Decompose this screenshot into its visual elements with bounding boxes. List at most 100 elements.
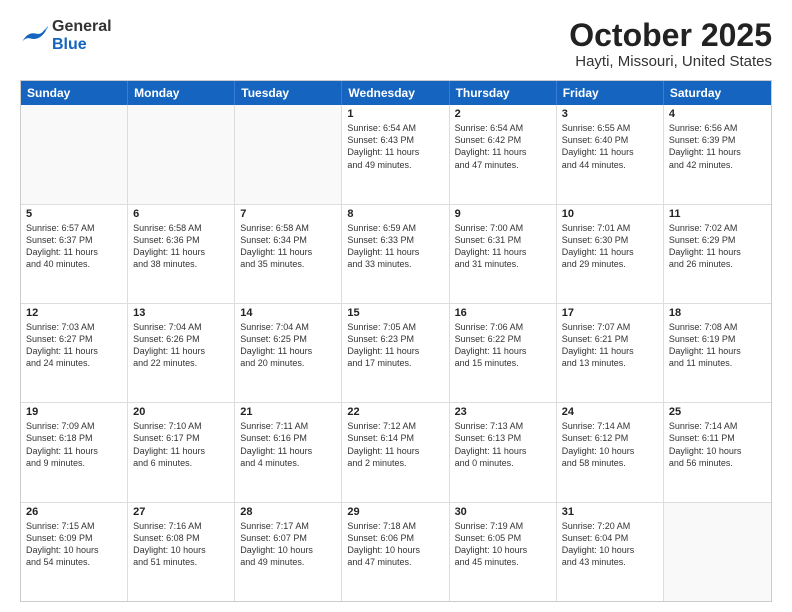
calendar-day-22: 22 Sunrise: 7:12 AM Sunset: 6:14 PM Dayli… xyxy=(342,403,449,501)
day-info: Sunrise: 7:04 AM Sunset: 6:25 PM Dayligh… xyxy=(240,321,336,370)
day-info: Sunrise: 6:54 AM Sunset: 6:43 PM Dayligh… xyxy=(347,122,443,171)
day-number: 25 xyxy=(669,406,766,418)
calendar-day-20: 20 Sunrise: 7:10 AM Sunset: 6:17 PM Dayli… xyxy=(128,403,235,501)
calendar-week-4: 26 Sunrise: 7:15 AM Sunset: 6:09 PM Dayli… xyxy=(21,502,771,601)
day-info: Sunrise: 7:03 AM Sunset: 6:27 PM Dayligh… xyxy=(26,321,122,370)
calendar-day-7: 7 Sunrise: 6:58 AM Sunset: 6:34 PM Daylig… xyxy=(235,205,342,303)
day-info: Sunrise: 7:02 AM Sunset: 6:29 PM Dayligh… xyxy=(669,222,766,271)
day-info: Sunrise: 7:09 AM Sunset: 6:18 PM Dayligh… xyxy=(26,420,122,469)
day-info: Sunrise: 6:56 AM Sunset: 6:39 PM Dayligh… xyxy=(669,122,766,171)
day-number: 31 xyxy=(562,506,658,518)
day-info: Sunrise: 7:05 AM Sunset: 6:23 PM Dayligh… xyxy=(347,321,443,370)
day-number: 30 xyxy=(455,506,551,518)
calendar-day-18: 18Sunrise: 7:08 AM Sunset: 6:19 PM Dayli… xyxy=(664,304,771,402)
day-info: Sunrise: 6:54 AM Sunset: 6:42 PM Dayligh… xyxy=(455,122,551,171)
day-info: Sunrise: 6:58 AM Sunset: 6:34 PM Dayligh… xyxy=(240,222,336,271)
day-header-thursday: Thursday xyxy=(450,81,557,105)
day-number: 11 xyxy=(669,208,766,220)
calendar-day-empty xyxy=(664,503,771,601)
calendar-day-15: 15Sunrise: 7:05 AM Sunset: 6:23 PM Dayli… xyxy=(342,304,449,402)
day-info: Sunrise: 7:01 AM Sunset: 6:30 PM Dayligh… xyxy=(562,222,658,271)
day-number: 13 xyxy=(133,307,229,319)
calendar-week-1: 5 Sunrise: 6:57 AM Sunset: 6:37 PM Daylig… xyxy=(21,204,771,303)
day-number: 16 xyxy=(455,307,551,319)
day-info: Sunrise: 7:19 AM Sunset: 6:05 PM Dayligh… xyxy=(455,520,551,569)
calendar-header: SundayMondayTuesdayWednesdayThursdayFrid… xyxy=(21,81,771,105)
calendar-day-2: 2 Sunrise: 6:54 AM Sunset: 6:42 PM Daylig… xyxy=(450,105,557,203)
calendar-day-29: 29 Sunrise: 7:18 AM Sunset: 6:06 PM Dayli… xyxy=(342,503,449,601)
calendar-week-0: 1 Sunrise: 6:54 AM Sunset: 6:43 PM Daylig… xyxy=(21,105,771,203)
calendar-subtitle: Hayti, Missouri, United States xyxy=(569,53,772,70)
day-number: 26 xyxy=(26,506,122,518)
day-number: 23 xyxy=(455,406,551,418)
calendar-day-13: 13 Sunrise: 7:04 AM Sunset: 6:26 PM Dayli… xyxy=(128,304,235,402)
day-number: 5 xyxy=(26,208,122,220)
day-number: 10 xyxy=(562,208,658,220)
day-info: Sunrise: 7:10 AM Sunset: 6:17 PM Dayligh… xyxy=(133,420,229,469)
day-number: 6 xyxy=(133,208,229,220)
logo-blue-text: Blue xyxy=(52,36,87,53)
calendar-day-12: 12 Sunrise: 7:03 AM Sunset: 6:27 PM Dayli… xyxy=(21,304,128,402)
logo-general-text: General xyxy=(52,18,112,35)
day-info: Sunrise: 7:12 AM Sunset: 6:14 PM Dayligh… xyxy=(347,420,443,469)
calendar-title: October 2025 xyxy=(569,18,772,53)
calendar-day-10: 10 Sunrise: 7:01 AM Sunset: 6:30 PM Dayli… xyxy=(557,205,664,303)
calendar-day-14: 14Sunrise: 7:04 AM Sunset: 6:25 PM Dayli… xyxy=(235,304,342,402)
calendar-day-21: 21 Sunrise: 7:11 AM Sunset: 6:16 PM Dayli… xyxy=(235,403,342,501)
day-number: 3 xyxy=(562,108,658,120)
calendar-day-empty xyxy=(128,105,235,203)
day-number: 7 xyxy=(240,208,336,220)
calendar-day-24: 24Sunrise: 7:14 AM Sunset: 6:12 PM Dayli… xyxy=(557,403,664,501)
day-number: 29 xyxy=(347,506,443,518)
calendar-day-4: 4 Sunrise: 6:56 AM Sunset: 6:39 PM Daylig… xyxy=(664,105,771,203)
day-number: 28 xyxy=(240,506,336,518)
calendar-day-9: 9 Sunrise: 7:00 AM Sunset: 6:31 PM Daylig… xyxy=(450,205,557,303)
calendar-day-27: 27 Sunrise: 7:16 AM Sunset: 6:08 PM Dayli… xyxy=(128,503,235,601)
day-header-friday: Friday xyxy=(557,81,664,105)
day-number: 18 xyxy=(669,307,766,319)
day-number: 21 xyxy=(240,406,336,418)
day-info: Sunrise: 6:55 AM Sunset: 6:40 PM Dayligh… xyxy=(562,122,658,171)
day-header-wednesday: Wednesday xyxy=(342,81,449,105)
day-header-tuesday: Tuesday xyxy=(235,81,342,105)
page: General Blue October 2025 Hayti, Missour… xyxy=(0,0,792,612)
day-info: Sunrise: 7:17 AM Sunset: 6:07 PM Dayligh… xyxy=(240,520,336,569)
day-info: Sunrise: 7:20 AM Sunset: 6:04 PM Dayligh… xyxy=(562,520,658,569)
calendar-day-1: 1 Sunrise: 6:54 AM Sunset: 6:43 PM Daylig… xyxy=(342,105,449,203)
calendar-day-23: 23 Sunrise: 7:13 AM Sunset: 6:13 PM Dayli… xyxy=(450,403,557,501)
day-header-sunday: Sunday xyxy=(21,81,128,105)
day-info: Sunrise: 7:06 AM Sunset: 6:22 PM Dayligh… xyxy=(455,321,551,370)
header: General Blue October 2025 Hayti, Missour… xyxy=(20,18,772,70)
day-info: Sunrise: 7:00 AM Sunset: 6:31 PM Dayligh… xyxy=(455,222,551,271)
day-number: 9 xyxy=(455,208,551,220)
day-info: Sunrise: 6:57 AM Sunset: 6:37 PM Dayligh… xyxy=(26,222,122,271)
calendar-day-30: 30 Sunrise: 7:19 AM Sunset: 6:05 PM Dayli… xyxy=(450,503,557,601)
day-number: 20 xyxy=(133,406,229,418)
day-number: 17 xyxy=(562,307,658,319)
calendar-day-25: 25Sunrise: 7:14 AM Sunset: 6:11 PM Dayli… xyxy=(664,403,771,501)
logo-bird-icon xyxy=(20,25,48,47)
day-number: 4 xyxy=(669,108,766,120)
calendar-day-26: 26 Sunrise: 7:15 AM Sunset: 6:09 PM Dayli… xyxy=(21,503,128,601)
calendar-day-19: 19Sunrise: 7:09 AM Sunset: 6:18 PM Dayli… xyxy=(21,403,128,501)
calendar-day-28: 28 Sunrise: 7:17 AM Sunset: 6:07 PM Dayli… xyxy=(235,503,342,601)
calendar-day-empty xyxy=(235,105,342,203)
day-info: Sunrise: 7:07 AM Sunset: 6:21 PM Dayligh… xyxy=(562,321,658,370)
day-info: Sunrise: 7:11 AM Sunset: 6:16 PM Dayligh… xyxy=(240,420,336,469)
day-info: Sunrise: 7:04 AM Sunset: 6:26 PM Dayligh… xyxy=(133,321,229,370)
calendar-day-6: 6Sunrise: 6:58 AM Sunset: 6:36 PM Daylig… xyxy=(128,205,235,303)
calendar-day-17: 17 Sunrise: 7:07 AM Sunset: 6:21 PM Dayli… xyxy=(557,304,664,402)
day-number: 2 xyxy=(455,108,551,120)
day-header-saturday: Saturday xyxy=(664,81,771,105)
day-info: Sunrise: 7:13 AM Sunset: 6:13 PM Dayligh… xyxy=(455,420,551,469)
day-info: Sunrise: 7:16 AM Sunset: 6:08 PM Dayligh… xyxy=(133,520,229,569)
day-info: Sunrise: 7:18 AM Sunset: 6:06 PM Dayligh… xyxy=(347,520,443,569)
day-number: 27 xyxy=(133,506,229,518)
day-number: 12 xyxy=(26,307,122,319)
day-info: Sunrise: 7:15 AM Sunset: 6:09 PM Dayligh… xyxy=(26,520,122,569)
calendar-day-16: 16 Sunrise: 7:06 AM Sunset: 6:22 PM Dayli… xyxy=(450,304,557,402)
calendar-day-11: 11 Sunrise: 7:02 AM Sunset: 6:29 PM Dayli… xyxy=(664,205,771,303)
day-number: 8 xyxy=(347,208,443,220)
day-number: 1 xyxy=(347,108,443,120)
day-number: 22 xyxy=(347,406,443,418)
